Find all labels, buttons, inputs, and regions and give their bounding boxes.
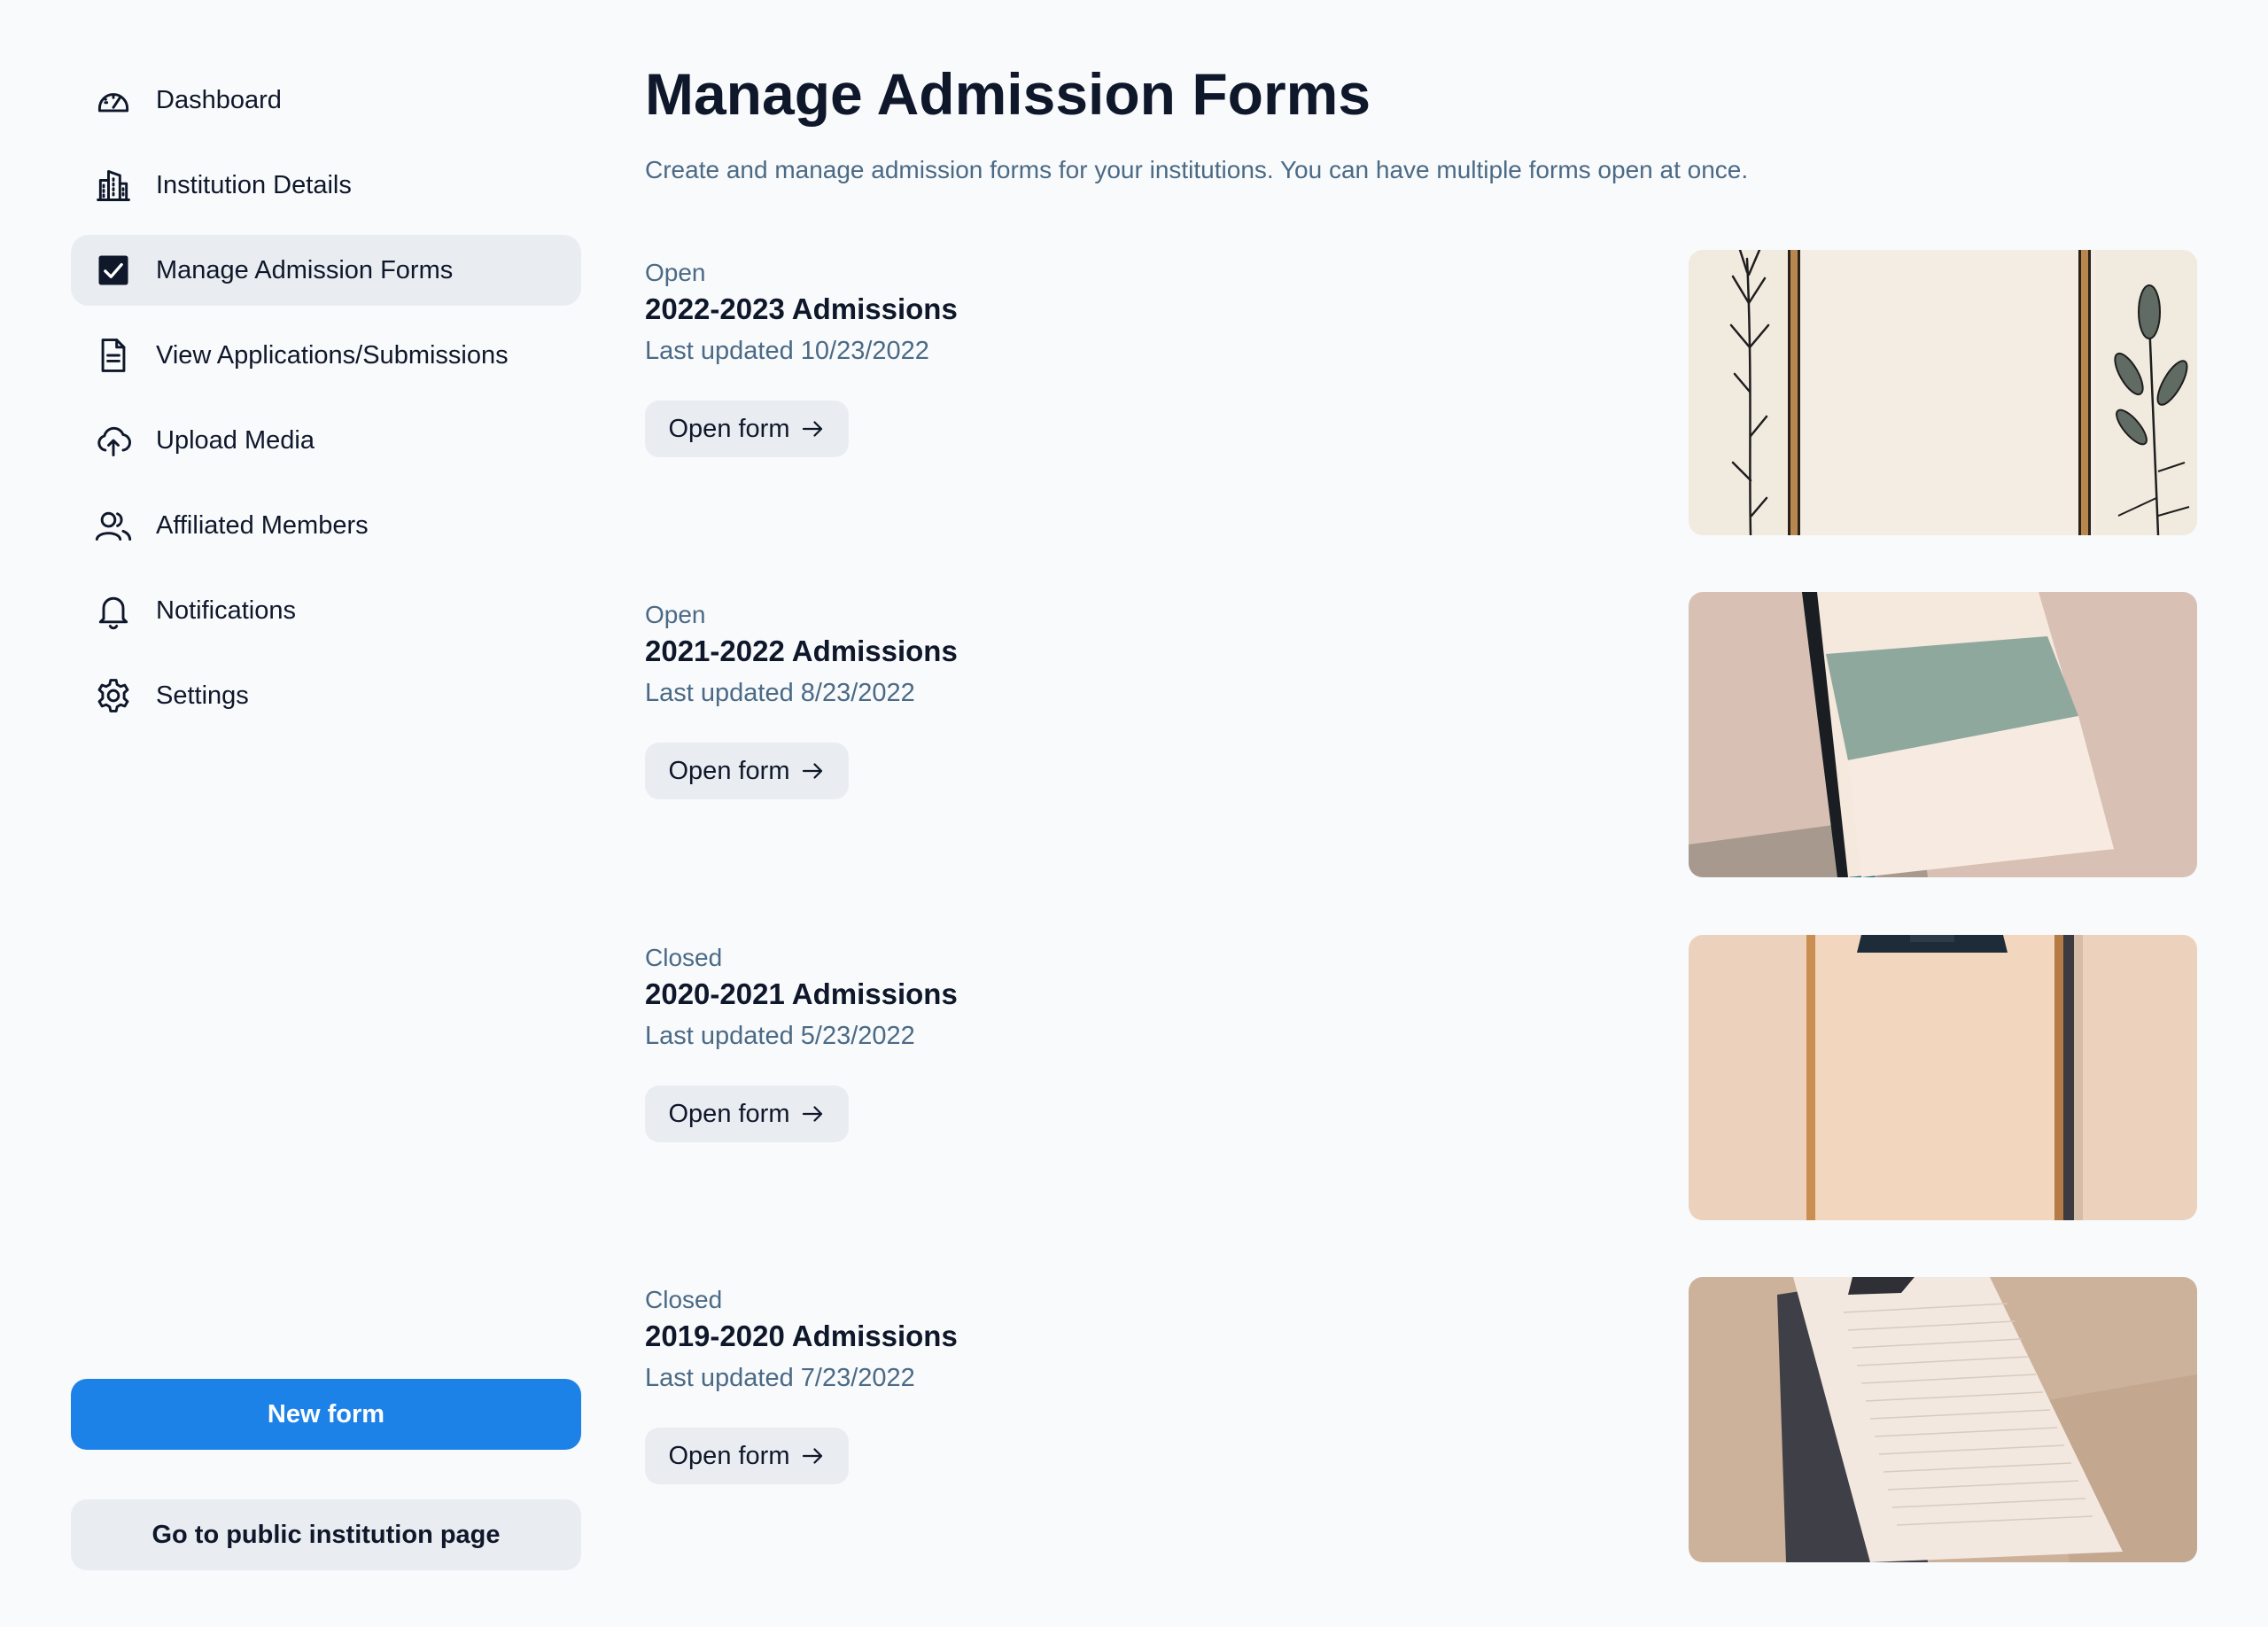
open-form-label: Open form bbox=[668, 1441, 790, 1470]
checkbox-icon bbox=[92, 249, 135, 292]
form-status: Closed bbox=[645, 944, 723, 971]
form-status: Closed bbox=[645, 1286, 723, 1313]
sidebar-item-affiliated-members[interactable]: Affiliated Members bbox=[71, 490, 581, 561]
sidebar-item-label: Notifications bbox=[156, 596, 296, 625]
bell-icon bbox=[92, 589, 135, 632]
form-last-updated: Last updated 7/23/2022 bbox=[645, 1364, 915, 1392]
form-thumbnail bbox=[1689, 1277, 2197, 1562]
sidebar-item-view-applications[interactable]: View Applications/Submissions bbox=[71, 320, 581, 391]
form-card: Open 2021-2022 Admissions Last updated 8… bbox=[645, 592, 2197, 879]
sidebar-item-label: Upload Media bbox=[156, 425, 315, 455]
form-title: 2021-2022 Admissions bbox=[645, 634, 958, 667]
sidebar-item-upload-media[interactable]: Upload Media bbox=[71, 405, 581, 476]
sidebar-item-label: Settings bbox=[156, 681, 249, 710]
form-card: Closed 2020-2021 Admissions Last updated… bbox=[645, 935, 2197, 1222]
users-icon bbox=[92, 504, 135, 547]
form-thumbnail bbox=[1689, 592, 2197, 877]
form-last-updated: Last updated 8/23/2022 bbox=[645, 679, 915, 707]
new-form-button[interactable]: New form bbox=[71, 1379, 581, 1450]
sidebar: Dashboard Institution Details Manage Adm… bbox=[71, 0, 581, 1627]
arrow-right-icon bbox=[802, 1106, 822, 1122]
document-icon bbox=[92, 334, 135, 377]
cloud-upload-icon bbox=[92, 419, 135, 462]
arrow-right-icon bbox=[802, 421, 822, 437]
page-title: Manage Admission Forms bbox=[645, 61, 1371, 127]
form-card: Closed 2019-2020 Admissions Last updated… bbox=[645, 1277, 2197, 1564]
sidebar-nav: Dashboard Institution Details Manage Adm… bbox=[71, 65, 581, 745]
open-form-button[interactable]: Open form bbox=[645, 1086, 849, 1142]
sidebar-item-notifications[interactable]: Notifications bbox=[71, 575, 581, 646]
sidebar-item-manage-admission-forms[interactable]: Manage Admission Forms bbox=[71, 235, 581, 306]
open-form-button[interactable]: Open form bbox=[645, 743, 849, 799]
open-form-label: Open form bbox=[668, 756, 790, 785]
form-thumbnail bbox=[1689, 250, 2197, 535]
sidebar-item-label: Manage Admission Forms bbox=[156, 255, 454, 284]
sidebar-item-institution-details[interactable]: Institution Details bbox=[71, 150, 581, 221]
form-title: 2022-2023 Admissions bbox=[645, 292, 958, 325]
gauge-icon bbox=[92, 79, 135, 121]
form-last-updated: Last updated 10/23/2022 bbox=[645, 337, 929, 365]
open-form-label: Open form bbox=[668, 414, 790, 443]
form-title: 2019-2020 Admissions bbox=[645, 1320, 958, 1352]
sidebar-item-label: Affiliated Members bbox=[156, 510, 369, 540]
sidebar-item-settings[interactable]: Settings bbox=[71, 660, 581, 731]
form-card: Open 2022-2023 Admissions Last updated 1… bbox=[645, 250, 2197, 537]
page-subtitle: Create and manage admission forms for yo… bbox=[645, 156, 1749, 183]
arrow-right-icon bbox=[802, 1448, 822, 1464]
arrow-right-icon bbox=[802, 763, 822, 779]
sidebar-item-label: View Applications/Submissions bbox=[156, 340, 509, 370]
open-form-label: Open form bbox=[668, 1099, 790, 1128]
public-institution-page-button[interactable]: Go to public institution page bbox=[71, 1499, 581, 1570]
form-thumbnail bbox=[1689, 935, 2197, 1220]
form-status: Open bbox=[645, 259, 706, 286]
sidebar-item-label: Institution Details bbox=[156, 170, 352, 199]
open-form-button[interactable]: Open form bbox=[645, 401, 849, 457]
building-icon bbox=[92, 164, 135, 206]
gear-icon bbox=[92, 674, 135, 717]
form-status: Open bbox=[645, 601, 706, 628]
sidebar-item-label: Dashboard bbox=[156, 85, 282, 114]
form-title: 2020-2021 Admissions bbox=[645, 977, 958, 1010]
sidebar-item-dashboard[interactable]: Dashboard bbox=[71, 65, 581, 136]
form-last-updated: Last updated 5/23/2022 bbox=[645, 1022, 915, 1050]
open-form-button[interactable]: Open form bbox=[645, 1428, 849, 1484]
